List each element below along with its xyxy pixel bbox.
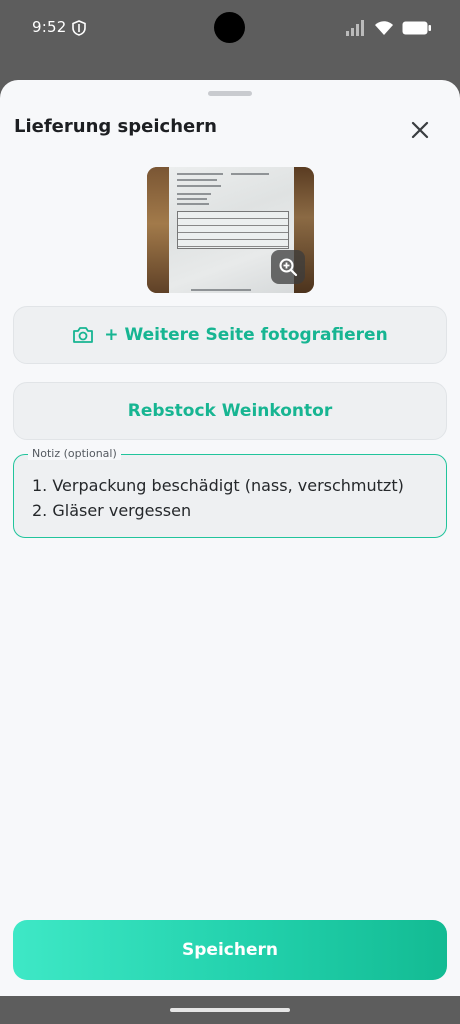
add-page-button[interactable]: + Weitere Seite fotografieren [13, 306, 447, 364]
shield-icon [72, 20, 86, 36]
bottom-sheet: Lieferung speichern + Weitere Seite foto… [0, 80, 460, 996]
status-time: 9:52 [32, 18, 67, 36]
home-indicator [170, 1008, 290, 1012]
status-icons [346, 20, 432, 36]
wifi-icon [375, 21, 393, 35]
drag-handle[interactable] [208, 91, 252, 96]
add-page-label: + Weitere Seite fotografieren [104, 325, 388, 345]
camera-icon [73, 327, 94, 343]
sheet-title: Lieferung speichern [14, 116, 217, 137]
zoom-in-icon [279, 258, 298, 277]
signal-icon [346, 20, 364, 36]
status-bar: 9:52 [0, 0, 460, 58]
photo-background-left [147, 167, 169, 293]
zoom-button[interactable] [271, 250, 305, 284]
save-label: Speichern [182, 940, 278, 960]
note-field[interactable]: Notiz (optional) 1. Verpackung beschädig… [13, 447, 447, 538]
camera-cutout [214, 12, 245, 43]
close-button[interactable] [404, 114, 436, 146]
save-button[interactable]: Speichern [13, 920, 447, 980]
note-label: Notiz (optional) [28, 447, 121, 460]
delivery-note-table [177, 211, 289, 249]
battery-icon [402, 21, 431, 35]
delivery-note-photo[interactable] [147, 167, 314, 293]
supplier-button[interactable]: Rebstock Weinkontor [13, 382, 447, 440]
supplier-label: Rebstock Weinkontor [127, 401, 333, 421]
note-text[interactable]: 1. Verpackung beschädigt (nass, verschmu… [32, 473, 434, 523]
close-icon [411, 121, 429, 139]
